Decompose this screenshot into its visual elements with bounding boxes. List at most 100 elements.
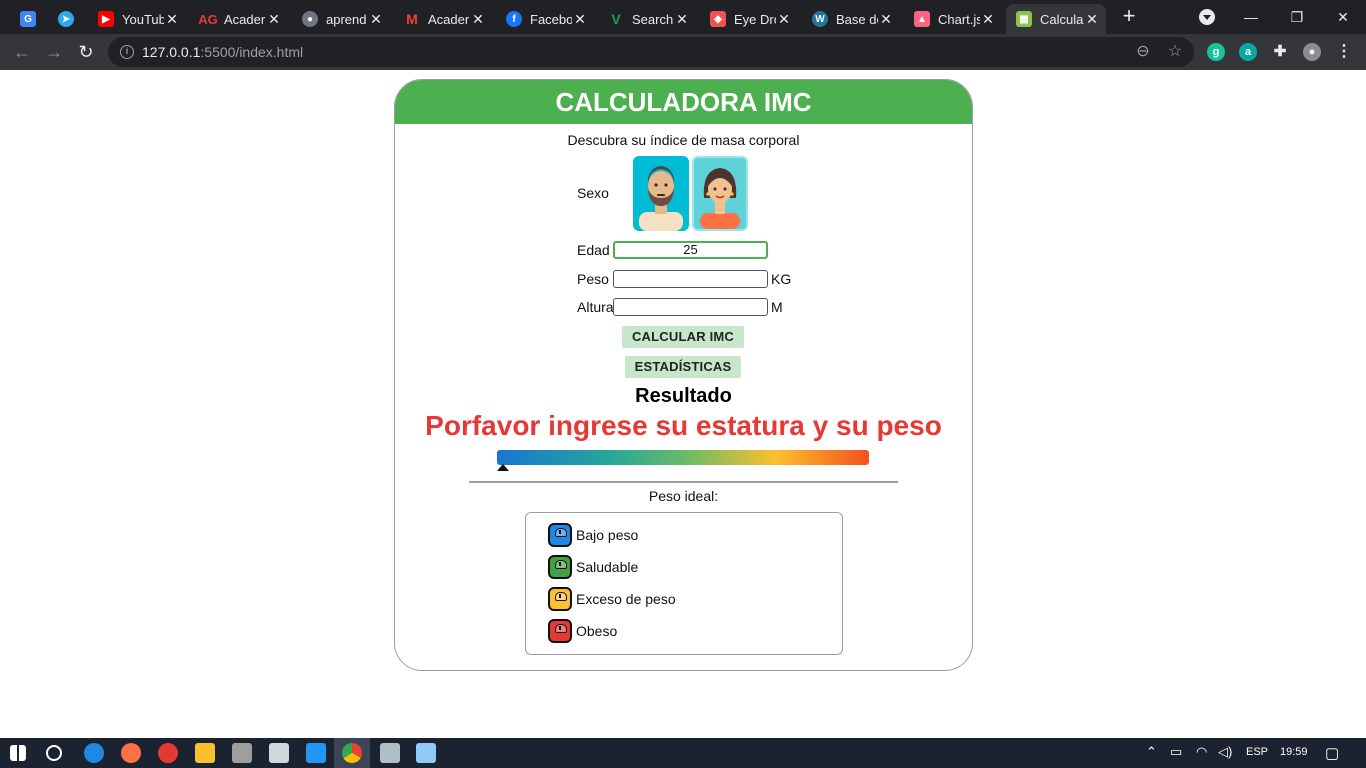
battery-icon[interactable]: ▭ (1170, 744, 1182, 760)
telegram-icon: ➤ (58, 11, 74, 27)
weight-input[interactable] (613, 270, 768, 288)
edge-icon[interactable] (84, 743, 104, 763)
legend-label: Exceso de peso (576, 591, 676, 607)
weight-label: Peso (577, 271, 609, 287)
male-avatar-icon (639, 166, 683, 231)
legend-item-overweight: Exceso de peso (548, 587, 676, 611)
wifi-icon[interactable]: ◠ (1196, 744, 1207, 760)
window-close-button[interactable]: ✕ (1320, 0, 1366, 34)
windows-start-icon[interactable] (10, 745, 26, 761)
legend-label: Obeso (576, 623, 618, 639)
legend-item-obese: Obeso (548, 619, 617, 643)
scale-icon (548, 523, 572, 547)
tab-label: Facebo (530, 11, 572, 27)
restore-button[interactable]: ❐ (1274, 0, 1320, 34)
tab-telegram[interactable]: ➤ (48, 4, 86, 34)
chartjs-icon: ▲ (914, 11, 930, 27)
vscode-icon[interactable] (306, 743, 326, 763)
tab-label: Chart.js (938, 11, 980, 27)
bmi-legend: Bajo peso Saludable Exceso de peso Obeso (525, 512, 843, 655)
github-icon: ● (302, 11, 318, 27)
page-title: CALCULADORA IMC (395, 80, 972, 124)
close-icon[interactable]: ✕ (164, 11, 180, 28)
file-explorer-icon[interactable] (195, 743, 215, 763)
tab-label: YouTub (122, 11, 164, 27)
legend-label: Bajo peso (576, 527, 639, 543)
height-input[interactable] (613, 298, 768, 316)
tab-chartjs[interactable]: ▲ Chart.js ✕ (904, 4, 1002, 34)
tab-youtube[interactable]: ▶ YouTub ✕ (88, 4, 186, 34)
firefox-icon[interactable] (121, 743, 141, 763)
paint-icon[interactable] (416, 743, 436, 763)
language-indicator[interactable]: ESP (1246, 746, 1268, 758)
result-title: Resultado (635, 385, 732, 407)
url-text[interactable]: 127.0.0.1:5500/index.html (142, 44, 303, 60)
statistics-button[interactable]: ESTADÍSTICAS (625, 356, 741, 378)
back-icon[interactable]: ← (10, 40, 34, 64)
reload-icon[interactable]: ↻ (74, 40, 98, 64)
site-info-icon[interactable]: i (120, 45, 134, 59)
close-icon[interactable]: ✕ (1084, 11, 1100, 28)
opera-icon[interactable] (158, 743, 178, 763)
tab-wordpress[interactable]: W Base de ✕ (802, 4, 900, 34)
legend-item-underweight: Bajo peso (548, 523, 638, 547)
close-icon[interactable]: ✕ (572, 11, 588, 28)
tab-gmail[interactable]: M Acader ✕ (394, 4, 492, 34)
tab-label: Calcula (1040, 11, 1084, 27)
eyedropper-icon: ◆ (710, 11, 726, 27)
tab-github[interactable]: ● aprend ✕ (292, 4, 390, 34)
browser-toolbar: ← → ↻ i 127.0.0.1:5500/index.html ⊖ ☆ g … (0, 34, 1366, 70)
close-icon[interactable]: ✕ (266, 11, 282, 28)
female-avatar-button[interactable] (692, 156, 748, 231)
bookmark-star-icon[interactable]: ☆ (1166, 43, 1184, 61)
url-path: :5500/index.html (200, 44, 304, 60)
media-player-icon[interactable] (232, 743, 252, 763)
profile-avatar[interactable]: ● (1303, 43, 1321, 61)
extensions-puzzle-icon[interactable]: ✚ (1271, 43, 1289, 61)
close-icon[interactable]: ✕ (674, 11, 690, 28)
windows-taskbar: ⌃ ▭ ◠ ◁) ESP 19:59 ▢ (0, 738, 1366, 768)
close-icon[interactable]: ✕ (878, 11, 894, 28)
remote-desktop-icon[interactable] (380, 743, 400, 763)
close-icon[interactable]: ✕ (776, 11, 792, 28)
close-icon[interactable]: ✕ (368, 11, 384, 28)
age-label: Edad (577, 242, 610, 258)
sex-label: Sexo (577, 185, 609, 201)
tab-google-translate[interactable]: G (10, 4, 42, 34)
tab-academia-ag[interactable]: AG Acader ✕ (190, 4, 288, 34)
female-avatar-icon (700, 168, 740, 229)
calculator-app-icon[interactable] (269, 743, 289, 763)
notifications-icon[interactable]: ▢ (1325, 744, 1339, 762)
grammarly-extension-icon[interactable]: g (1207, 43, 1225, 61)
tab-vuetify-search[interactable]: V Search ✕ (598, 4, 696, 34)
search-icon[interactable] (46, 745, 62, 761)
tab-label: Acader (224, 11, 266, 27)
tab-calculadora[interactable]: ▦ Calcula ✕ (1006, 4, 1106, 34)
forward-icon[interactable]: → (42, 40, 66, 64)
zoom-icon[interactable]: ⊖ (1134, 43, 1152, 61)
tab-eye-dropper[interactable]: ◆ Eye Dro ✕ (700, 4, 798, 34)
male-avatar-button[interactable] (633, 156, 689, 231)
close-icon[interactable]: ✕ (980, 11, 996, 28)
new-tab-button[interactable]: + (1118, 5, 1140, 28)
height-label: Altura (577, 299, 614, 315)
tab-facebook[interactable]: f Facebo ✕ (496, 4, 594, 34)
legend-item-healthy: Saludable (548, 555, 638, 579)
result-message: Porfavor ingrese su estatura y su peso (425, 410, 942, 441)
browser-menu-icon[interactable]: ⋮ (1335, 43, 1353, 61)
tray-chevron-icon[interactable]: ⌃ (1146, 744, 1157, 760)
volume-icon[interactable]: ◁) (1218, 744, 1232, 760)
close-icon[interactable]: ✕ (470, 11, 486, 28)
ideal-weight-label: Peso ideal: (648, 488, 719, 504)
tab-search-icon[interactable] (1199, 9, 1215, 25)
calculate-bmi-button[interactable]: CALCULAR IMC (622, 326, 744, 348)
extension-a-icon[interactable]: a (1239, 43, 1257, 61)
tab-label: Base de (836, 11, 878, 27)
chrome-icon[interactable] (342, 743, 362, 763)
address-bar[interactable]: i 127.0.0.1:5500/index.html ⊖ ☆ (108, 37, 1194, 67)
minimize-button[interactable]: — (1228, 0, 1274, 34)
clock[interactable]: 19:59 (1280, 746, 1308, 758)
age-input[interactable]: 25 (613, 241, 768, 259)
tab-label: Search (632, 11, 674, 27)
scale-icon (548, 587, 572, 611)
